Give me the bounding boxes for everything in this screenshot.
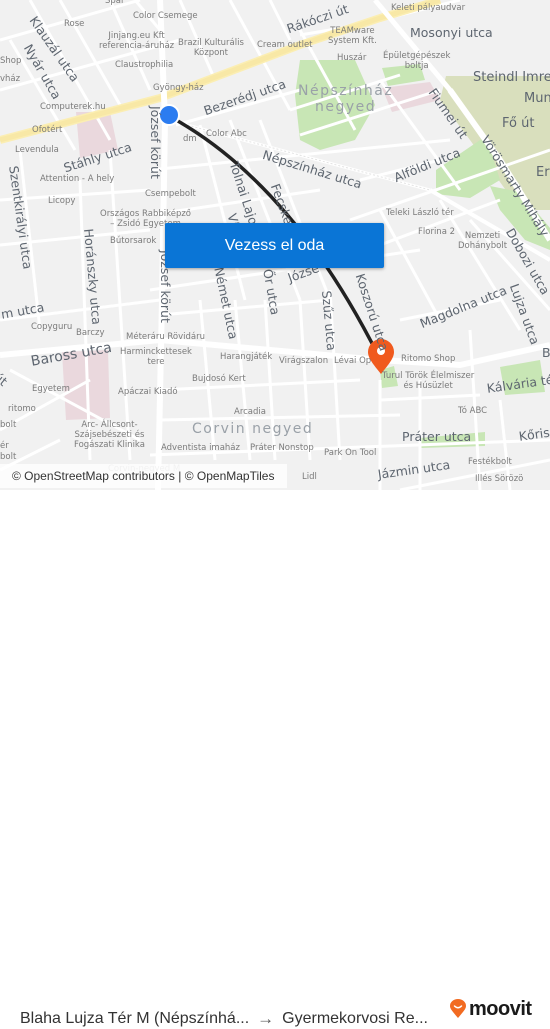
navigate-there-button[interactable]: Vezess el oda <box>165 223 384 268</box>
poi-meteraru: Méteráru Rövidáru <box>126 332 206 342</box>
poi-klinika: Arc- Állcsont- Szájsebészeti és Fogászat… <box>74 420 145 450</box>
poi-levai: Lévai Op <box>334 356 372 366</box>
poi-computerek: Computerek.hu <box>40 102 106 112</box>
neighborhood-label-corvin: Corvin negyed <box>192 421 314 437</box>
route-summary: Blaha Lujza Tér M (Népszínhá... → Gyerme… <box>20 1009 428 1029</box>
street-label-b-right: B <box>542 345 550 360</box>
poi-copyguru: Copyguru <box>31 322 73 332</box>
map-view[interactable]: Klauzál utca Nyár utca Rákóczi út Mosony… <box>0 0 550 490</box>
poi-festekbolt: Festékbolt <box>468 457 512 467</box>
poi-barczy: Barczy <box>76 328 105 338</box>
poi-ritomo-shop: Ritomo Shop <box>401 354 456 364</box>
poi-er: ér <box>0 441 9 451</box>
neighborhood-label-nepszinhaz: Népszínház negyed <box>298 83 394 115</box>
poi-dohanybolt: Nemzeti Dohánybolt <box>458 231 508 251</box>
street-label-mosonyi: Mosonyi utca <box>410 25 493 40</box>
poi-levendula: Levendula <box>15 145 59 155</box>
poi-vhaz: vház <box>0 74 21 84</box>
map-attribution[interactable]: © OpenStreetMap contributors | © OpenMap… <box>0 464 287 488</box>
poi-viragszalon: Virágszalon <box>279 356 329 366</box>
poi-turul: Turul Török Élelmiszer és Húsüzlet <box>382 371 475 391</box>
poi-butorsarok: Bútorsarok <box>110 236 157 246</box>
arrow-right-icon: → <box>257 1009 275 1028</box>
poi-cream: Cream outlet <box>257 40 313 50</box>
poi-arcadia: Arcadia <box>234 407 266 417</box>
poi-epulet: Épületgépészek boltja <box>383 51 451 71</box>
poi-florina: Florina 2 <box>418 227 456 237</box>
poi-brazil: Brazil Kulturális Központ <box>178 38 244 58</box>
poi-to-abc: Tó ABC <box>458 406 488 416</box>
poi-lidl: Lidl <box>302 472 317 482</box>
moovit-pin-icon <box>450 999 466 1018</box>
poi-egyetem: Egyetem <box>32 384 70 394</box>
poi-apaczai: Apáczai Kiadó <box>118 387 178 397</box>
poi-bujdoso: Bujdosó Kert <box>192 374 246 384</box>
poi-harangjatek: Harangjáték <box>220 352 273 362</box>
park-label-erk: Erk <box>536 165 550 180</box>
poi-harminckettesek: Harminckettesek tere <box>120 347 192 367</box>
poi-huszar: Huszár <box>337 53 367 63</box>
poi-ritomo: ritomo <box>8 404 36 414</box>
poi-csempebolt: Csempebolt <box>145 189 196 199</box>
poi-color-abc: Color Abc <box>206 129 247 139</box>
moovit-logo[interactable]: moovit <box>450 998 532 1020</box>
poi-licopy: Licopy <box>48 196 76 206</box>
destination-name: Gyermekorvosi Re... <box>282 1010 428 1027</box>
poi-bolt-2: bolt <box>0 452 17 462</box>
poi-shop: Shop <box>0 56 22 66</box>
street-label-prater: Práter utca <box>402 429 472 444</box>
park-label-steindl: Steindl Imre u <box>473 70 550 85</box>
park-label-mun: Mun <box>524 91 550 106</box>
poi-park-on-tool: Park On Tool <box>324 448 377 458</box>
footer-bar: Blaha Lujza Tér M (Népszínhá... → Gyerme… <box>0 490 550 1028</box>
poi-illes: Illés Sörözö <box>475 474 524 484</box>
poi-bolt-1: bolt <box>0 420 17 430</box>
poi-attention: Attention - A hely <box>40 174 115 184</box>
poi-adventista: Adventista imaház <box>161 443 240 453</box>
poi-ofotert: Ofotért <box>32 125 63 135</box>
park-label-fo-ut: Fő út <box>502 116 535 131</box>
origin-name: Blaha Lujza Tér M (Népszínhá... <box>20 1010 250 1027</box>
poi-jinjang: Jinjang.eu Kft referencia-áruház <box>99 31 175 51</box>
poi-gyongy: Gyöngy-ház <box>153 83 204 93</box>
poi-color-csemege: Color Csemege <box>133 11 198 21</box>
poi-claustro: Claustrophilia <box>115 60 174 70</box>
poi-keleti: Keleti pályaudvar <box>391 3 466 13</box>
poi-spar: Spar <box>105 0 125 6</box>
poi-teleki: Teleki László tér <box>386 208 454 218</box>
poi-rose: Rose <box>64 19 85 29</box>
moovit-wordmark: moovit <box>469 997 532 1020</box>
poi-teamware: TEAMware System Kft. <box>328 26 377 46</box>
poi-prater-nonstop: Práter Nonstop <box>250 443 314 453</box>
poi-dm: dm <box>183 134 197 144</box>
street-label-koris: Kőris <box>517 424 550 444</box>
street-label-jozsef-korut-top: József körút <box>148 106 163 179</box>
